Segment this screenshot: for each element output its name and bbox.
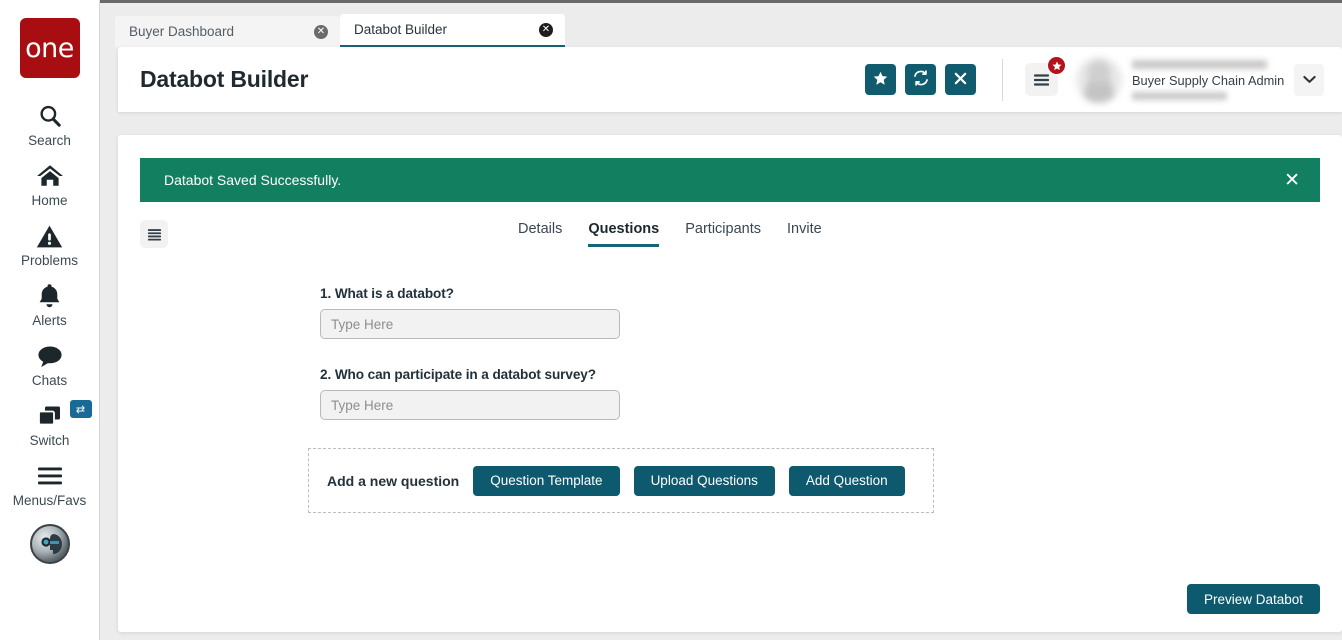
brand-logo[interactable]: one (19, 18, 80, 78)
rail-label-switch: Switch (29, 433, 70, 448)
status-banner-message: Databot Saved Successfully. (164, 172, 342, 188)
close-button[interactable] (945, 64, 976, 95)
rail-item-chats[interactable]: Chats (0, 334, 100, 394)
question-item: 2. Who can participate in a databot surv… (320, 367, 1342, 420)
rail-label-menus-favs: Menus/Favs (12, 493, 87, 508)
question-label: 2. Who can participate in a databot surv… (320, 367, 596, 382)
main-content-card: Databot Saved Successfully. ✕ Details Qu… (118, 135, 1342, 632)
question-template-button[interactable]: Question Template (473, 465, 620, 496)
user-info-block: Buyer Supply Chain Admin (1132, 59, 1285, 100)
ai-assistant-icon[interactable] (29, 524, 70, 564)
rail-item-switch[interactable]: ⇄ Switch (0, 394, 100, 454)
chat-bubble-icon (36, 341, 64, 371)
browser-tab-buyer-dashboard[interactable]: Buyer Dashboard ✕ (115, 16, 340, 47)
add-question-label: Add a new question (327, 472, 460, 489)
questions-list: 1. What is a databot? 2. Who can partici… (118, 264, 1342, 420)
rail-item-menus-favs[interactable]: Menus/Favs (0, 454, 100, 514)
status-banner-success: Databot Saved Successfully. ✕ (140, 158, 1320, 202)
question-answer-input[interactable] (320, 390, 620, 420)
user-org-redacted (1132, 91, 1227, 100)
upload-questions-button[interactable]: Upload Questions (633, 465, 775, 496)
rail-item-home[interactable]: Home (0, 154, 100, 214)
browser-tab-databot-builder[interactable]: Databot Builder ✕ (340, 14, 565, 47)
section-tabs: Details Questions Participants Invite (518, 221, 822, 247)
rail-item-problems[interactable]: Problems (0, 214, 100, 274)
user-role-label: Buyer Supply Chain Admin (1132, 72, 1285, 88)
tab-details[interactable]: Details (518, 221, 562, 247)
question-item: 1. What is a databot? (320, 286, 1342, 339)
add-question-button[interactable]: Add Question (788, 465, 905, 496)
page-title: Databot Builder (140, 66, 309, 92)
home-icon (36, 161, 64, 191)
rail-item-search[interactable]: Search (0, 94, 100, 154)
menus-favorites-button[interactable] (1025, 56, 1066, 96)
rail-label-chats: Chats (31, 373, 68, 388)
header-divider (1002, 58, 1003, 101)
bell-icon (37, 281, 62, 311)
x-icon (954, 72, 967, 88)
tab-title: Databot Builder (354, 22, 448, 37)
rail-label-search: Search (28, 133, 71, 148)
user-menu-chevron-down-icon[interactable] (1294, 63, 1324, 96)
header-action-group: Buyer Supply Chain Admin (856, 56, 1324, 103)
rail-label-alerts: Alerts (32, 313, 67, 328)
swap-arrows-icon[interactable]: ⇄ (69, 400, 92, 418)
search-icon (37, 101, 63, 131)
rail-item-alerts[interactable]: Alerts (0, 274, 100, 334)
hamburger-icon (36, 461, 64, 491)
tab-title: Buyer Dashboard (129, 24, 235, 39)
rail-label-home: Home (31, 193, 68, 208)
add-question-panel: Add a new question Question Template Upl… (308, 448, 934, 513)
rail-label-problems: Problems (20, 253, 79, 268)
question-label: 1. What is a databot? (320, 286, 454, 301)
banner-close-x-icon[interactable]: ✕ (1284, 170, 1300, 190)
list-toggle-icon[interactable] (140, 220, 168, 248)
browser-tab-strip: Buyer Dashboard ✕ Databot Builder ✕ (100, 0, 1342, 47)
favorite-button[interactable] (865, 64, 896, 95)
close-circle-icon[interactable]: ✕ (539, 22, 553, 37)
question-answer-input[interactable] (320, 309, 620, 339)
preview-databot-button[interactable]: Preview Databot (1186, 584, 1320, 614)
windows-stack-icon (36, 401, 64, 431)
warning-triangle-icon (36, 221, 63, 251)
refresh-icon (913, 70, 929, 89)
star-icon (873, 71, 888, 89)
section-nav-row: Details Questions Participants Invite (118, 212, 1342, 264)
user-name-redacted (1132, 59, 1267, 69)
tab-invite[interactable]: Invite (787, 221, 822, 247)
footer-action-row: Preview Databot (1186, 584, 1320, 614)
favorites-badge-star-icon (1047, 56, 1066, 75)
refresh-button[interactable] (905, 64, 936, 95)
tab-questions[interactable]: Questions (588, 221, 660, 247)
avatar[interactable] (1076, 56, 1122, 103)
left-nav-rail: one Search Home Problems Alerts Chats ⇄ … (0, 0, 100, 640)
tab-participants[interactable]: Participants (685, 221, 761, 247)
page-header: Databot Builder Buyer Supply Chain Admin (118, 47, 1342, 112)
close-circle-icon[interactable]: ✕ (314, 24, 328, 39)
